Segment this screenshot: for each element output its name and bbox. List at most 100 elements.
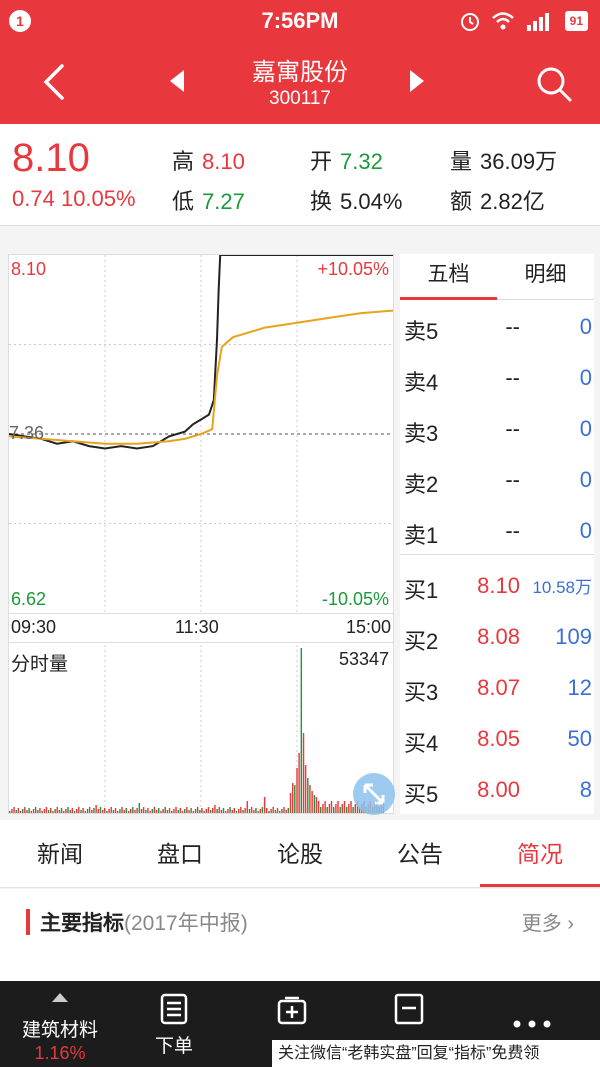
volume-bar: [166, 810, 169, 813]
order-form-icon: [160, 993, 188, 1025]
volume-bar: [296, 768, 298, 813]
volume-bar: [63, 811, 65, 813]
volume-bar: [32, 809, 35, 813]
volume-bar: [86, 809, 89, 813]
volume-bar: [309, 785, 311, 813]
volume-bar: [218, 807, 220, 813]
nav-order[interactable]: 下单: [114, 981, 234, 1067]
section-subtitle: (2017年中报): [124, 912, 248, 935]
order-level-label: 卖4: [404, 370, 439, 395]
volume-bar: [263, 797, 266, 813]
volume-bar: [343, 801, 346, 813]
volume-bar: [76, 809, 78, 813]
order-price: --: [505, 365, 520, 390]
volume-bar: [346, 807, 348, 813]
volume-bar: [119, 809, 121, 813]
volume-bar: [292, 783, 294, 813]
volume-bar: [255, 808, 257, 813]
volume-bar: [203, 811, 205, 813]
volume-bar: [214, 805, 216, 813]
time-label-mid: 11:30: [175, 617, 219, 637]
volume-bar: [136, 808, 138, 813]
stock-name: 嘉寓股份: [252, 59, 348, 86]
order-price: 8.05: [477, 726, 520, 751]
volume-bar: [279, 811, 281, 813]
volume-bar: [30, 811, 33, 813]
volume-bar: [56, 807, 58, 813]
volume-bar: [58, 810, 61, 813]
volume-bar: [138, 803, 141, 813]
tab-news[interactable]: 新闻: [0, 820, 120, 888]
volume-bar: [28, 808, 30, 813]
turnover-value: 5.04%: [340, 189, 403, 214]
tab-discussion[interactable]: 论股: [240, 820, 360, 888]
time-axis: 09:30 11:30 15:00: [9, 613, 393, 643]
tab-overview[interactable]: 简况: [480, 820, 600, 888]
volume-bar: [328, 804, 331, 813]
volume-bar: [339, 807, 341, 813]
info-tabs: 新闻 盘口 论股 公告 简况: [0, 820, 600, 888]
buy-row: 买5 8.00 8: [400, 765, 594, 816]
volume-bar: [261, 807, 264, 813]
order-level-label: 卖2: [404, 472, 439, 497]
search-icon[interactable]: [534, 64, 574, 104]
volume-bar: [190, 808, 192, 813]
sell-row: 卖3 -- 0: [400, 404, 594, 455]
more-dots-icon: [513, 1020, 551, 1028]
order-level-label: 卖1: [404, 523, 439, 548]
volume-bar: [244, 808, 246, 813]
volume-bar: [177, 810, 179, 813]
volume-bar: [43, 809, 46, 813]
volume-bar: [24, 807, 26, 813]
volume-bar: [274, 810, 277, 813]
volume-bar: [307, 778, 309, 813]
volume-bar: [155, 810, 158, 813]
volume-bar: [82, 808, 84, 813]
volume-bar: [15, 810, 17, 813]
volume-max-label: 53347: [338, 649, 389, 669]
volume-bar: [205, 809, 208, 813]
volume-bar: [108, 809, 110, 813]
tab-announcement[interactable]: 公告: [360, 820, 480, 888]
volume-bar: [227, 809, 229, 813]
volume-bar: [147, 808, 149, 813]
status-icons: 91: [459, 10, 588, 32]
volume-bar: [99, 807, 102, 813]
alarm-icon: [460, 13, 479, 31]
volume-label: 量: [450, 149, 473, 174]
volume-bar: [330, 801, 333, 813]
time-label-open: 09:30: [11, 617, 57, 637]
volume-bar: [26, 810, 28, 813]
volume-bar: [71, 808, 74, 813]
volume-bar: [110, 807, 112, 813]
volume-bar: [160, 811, 162, 813]
volume-bar: [248, 809, 251, 813]
section-title-text: 主要指标: [40, 912, 124, 935]
tab-market[interactable]: 盘口: [120, 820, 240, 888]
volume-bar: [298, 753, 300, 813]
volume-bar: [101, 810, 104, 813]
volume-bar: [34, 807, 37, 813]
volume-bar: [207, 807, 210, 813]
nav-sector[interactable]: 建筑材料 1.16%: [0, 981, 120, 1067]
volume-bar: [140, 809, 143, 813]
order-price: 8.07: [477, 675, 520, 700]
sector-percent: 1.16%: [34, 1043, 86, 1063]
expand-icon[interactable]: [353, 773, 395, 815]
volume-bar: [19, 811, 22, 813]
volume-bar: [302, 733, 305, 813]
tab-five-levels[interactable]: 五档: [400, 254, 497, 300]
volume-bar: [229, 807, 231, 813]
volume-bar: [65, 809, 67, 813]
more-link[interactable]: 更多 ›: [522, 907, 574, 936]
volume-bar: [192, 811, 195, 813]
tab-detail[interactable]: 明细: [497, 254, 594, 300]
next-stock-icon[interactable]: [408, 68, 426, 94]
intraday-chart[interactable]: 8.10 +10.05% 7.36 6.62 -10.05% 09:30 11:…: [8, 254, 395, 815]
volume-bar: [164, 807, 166, 813]
low-value: 7.27: [202, 189, 245, 214]
volume-bar: [201, 808, 203, 813]
volume-bar: [350, 801, 352, 813]
high-stat: 高 8.10: [172, 144, 245, 176]
volume-bar: [209, 810, 212, 813]
